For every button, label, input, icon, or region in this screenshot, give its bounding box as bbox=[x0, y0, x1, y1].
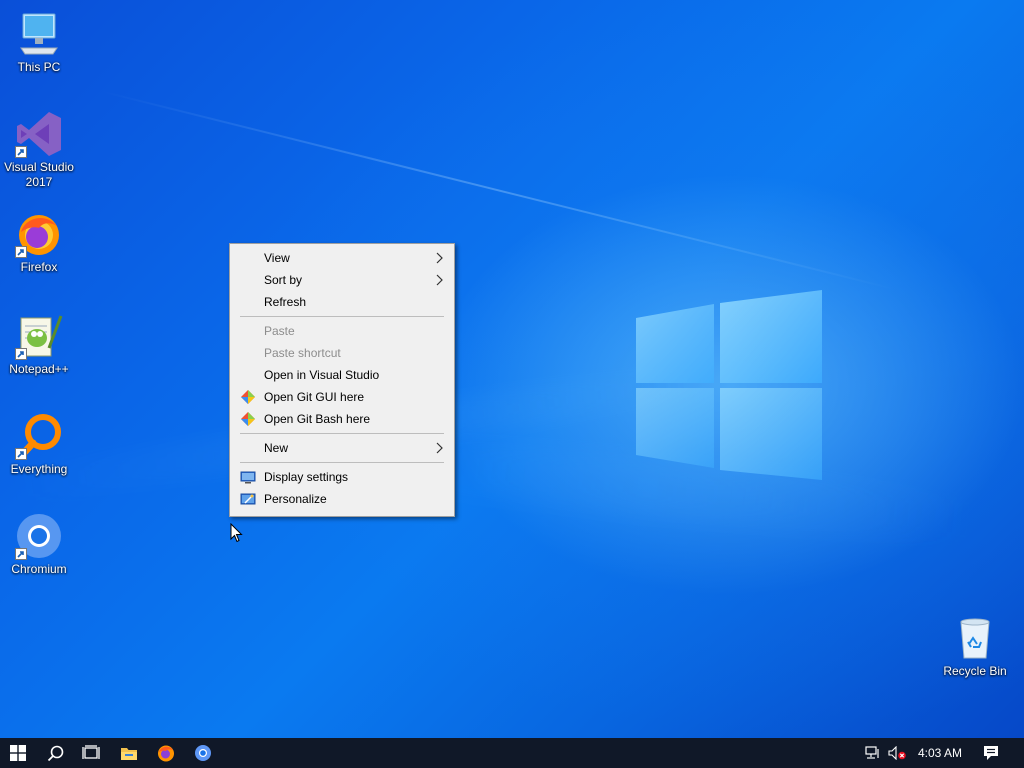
menu-item-label: View bbox=[264, 251, 290, 265]
file-explorer-icon bbox=[121, 747, 137, 760]
task-view-button[interactable] bbox=[74, 738, 108, 768]
menu-item-personalize[interactable]: Personalize bbox=[230, 488, 454, 510]
menu-item-refresh[interactable]: Refresh bbox=[230, 291, 454, 313]
taskbar-chromium-button[interactable] bbox=[185, 738, 221, 768]
desktop-icon-chromium[interactable]: Chromium bbox=[0, 512, 78, 577]
desktop-icon-everything[interactable]: Everything bbox=[0, 412, 78, 477]
mouse-pointer-icon bbox=[230, 523, 243, 543]
desktop-icon-recycle-bin[interactable]: Recycle Bin bbox=[936, 614, 1014, 679]
menu-item-label: Paste bbox=[264, 324, 295, 338]
desktop-icon-label: Firefox bbox=[20, 260, 58, 274]
taskbar-firefox-button[interactable] bbox=[148, 738, 184, 768]
chevron-right-icon bbox=[436, 274, 444, 286]
chevron-right-icon bbox=[436, 252, 444, 264]
taskbar-clock[interactable]: 4:03 AM bbox=[912, 738, 968, 768]
network-tray-button[interactable] bbox=[862, 738, 884, 768]
everything-icon bbox=[15, 412, 63, 460]
firefox-icon bbox=[15, 210, 63, 258]
desktop-icon-visual-studio[interactable]: Visual Studio 2017 bbox=[0, 110, 78, 190]
this-pc-icon bbox=[15, 10, 63, 58]
menu-item-label: Display settings bbox=[264, 470, 349, 484]
desktop-icon-label: Notepad++ bbox=[9, 362, 69, 376]
menu-separator bbox=[240, 316, 444, 317]
menu-item-label: Open in Visual Studio bbox=[264, 368, 380, 382]
chromium-icon bbox=[15, 512, 63, 560]
menu-separator bbox=[240, 462, 444, 463]
menu-item-label: Open Git Bash here bbox=[264, 412, 371, 426]
personalize-icon bbox=[240, 491, 256, 507]
start-icon bbox=[10, 745, 26, 761]
notifications-icon bbox=[984, 746, 998, 760]
shortcut-arrow-icon bbox=[15, 246, 27, 258]
start-button[interactable] bbox=[0, 738, 36, 768]
desktop-icon-this-pc[interactable]: This PC bbox=[0, 10, 78, 75]
desktop-icon-label: Visual Studio 2017 bbox=[4, 160, 74, 189]
visual-studio-icon bbox=[15, 110, 63, 158]
recycle-bin-icon bbox=[951, 614, 999, 662]
menu-item-paste: Paste bbox=[230, 320, 454, 342]
menu-item-display-settings[interactable]: Display settings bbox=[230, 466, 454, 488]
menu-item-open-git-bash[interactable]: Open Git Bash here bbox=[230, 408, 454, 430]
menu-item-open-git-gui[interactable]: Open Git GUI here bbox=[230, 386, 454, 408]
display-settings-icon bbox=[240, 469, 256, 485]
menu-item-sort-by[interactable]: Sort by bbox=[230, 269, 454, 291]
desktop-icon-label: Everything bbox=[10, 462, 68, 476]
git-icon bbox=[240, 389, 256, 405]
menu-item-label: Refresh bbox=[264, 295, 307, 309]
menu-item-view[interactable]: View bbox=[230, 247, 454, 269]
windows-logo-wallpaper bbox=[636, 290, 822, 480]
shortcut-arrow-icon bbox=[15, 146, 27, 158]
menu-separator bbox=[240, 433, 444, 434]
shortcut-arrow-icon bbox=[15, 548, 27, 560]
action-center-button[interactable] bbox=[978, 738, 1004, 768]
desktop-context-menu: View Sort by Refresh Paste Paste shortcu… bbox=[229, 243, 455, 517]
notepadpp-icon bbox=[15, 312, 63, 360]
menu-item-new[interactable]: New bbox=[230, 437, 454, 459]
desktop-icon-label: Chromium bbox=[11, 562, 67, 576]
task-view-icon bbox=[82, 745, 100, 759]
desktop-icon-firefox[interactable]: Firefox bbox=[0, 210, 78, 275]
search-icon bbox=[47, 745, 63, 761]
light-beam bbox=[99, 90, 896, 291]
menu-item-open-in-visual-studio[interactable]: Open in Visual Studio bbox=[230, 364, 454, 386]
git-icon bbox=[240, 411, 256, 427]
file-explorer-button[interactable] bbox=[111, 738, 147, 768]
shortcut-arrow-icon bbox=[15, 348, 27, 360]
menu-item-label: New bbox=[264, 441, 289, 455]
menu-item-paste-shortcut: Paste shortcut bbox=[230, 342, 454, 364]
desktop-icon-label: This PC bbox=[17, 60, 61, 74]
desktop-icon-notepadpp[interactable]: Notepad++ bbox=[0, 312, 78, 377]
network-icon bbox=[865, 746, 879, 759]
volume-muted-icon bbox=[888, 746, 906, 760]
menu-item-label: Open Git GUI here bbox=[264, 390, 365, 404]
desktop-icon-label: Recycle Bin bbox=[943, 664, 1007, 678]
volume-tray-button[interactable] bbox=[886, 738, 908, 768]
menu-item-label: Personalize bbox=[264, 492, 327, 506]
taskbar: 4:03 AM bbox=[0, 738, 1024, 768]
shortcut-arrow-icon bbox=[15, 448, 27, 460]
desktop[interactable]: This PC Visual Studio 2017 Firefox Notep… bbox=[0, 0, 1024, 738]
chromium-icon bbox=[195, 745, 211, 761]
firefox-icon bbox=[158, 745, 174, 762]
menu-item-label: Sort by bbox=[264, 273, 303, 287]
search-button[interactable] bbox=[38, 738, 72, 768]
chevron-right-icon bbox=[436, 442, 444, 454]
menu-item-label: Paste shortcut bbox=[264, 346, 341, 360]
